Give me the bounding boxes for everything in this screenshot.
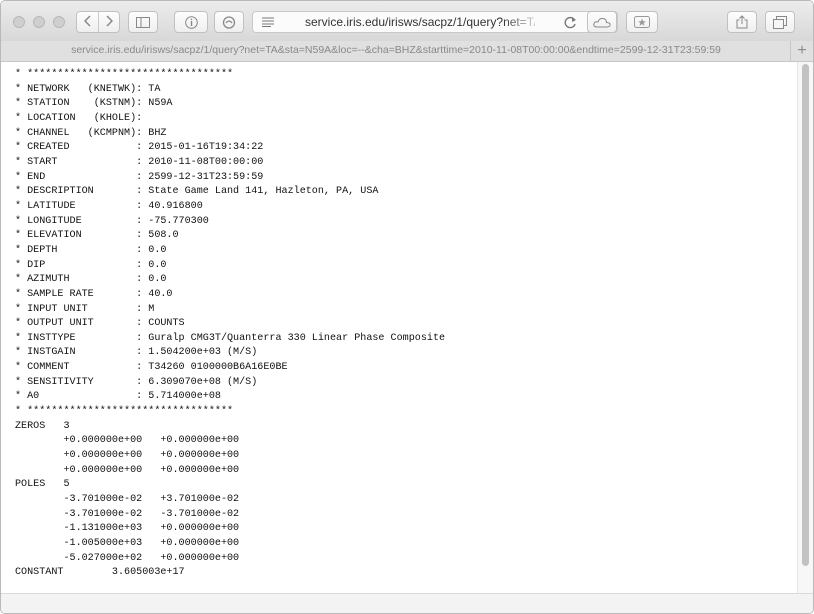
text-line: -3.701000e-02 -3.701000e-02 [15, 508, 240, 520]
icloud-button[interactable] [587, 11, 617, 33]
browser-toolbar: service.iris.edu/irisws/sacpz/1/query?ne… [1, 1, 813, 42]
text-line: * STATION (KSTNM): N59A [15, 98, 173, 110]
sacpz-text: * ********************************** * N… [1, 62, 797, 581]
status-bar [1, 593, 813, 613]
text-line: +0.000000e+00 +0.000000e+00 [15, 464, 240, 476]
text-line: * DIP : 0.0 [15, 259, 167, 271]
text-line: ZEROS 3 [15, 420, 70, 432]
text-line: * DESCRIPTION : State Game Land 141, Haz… [15, 186, 379, 198]
share-icon [736, 15, 748, 29]
new-tab-button[interactable]: + [790, 41, 813, 61]
zoom-window-button[interactable] [53, 16, 65, 28]
text-line: -5.027000e+02 +0.000000e+00 [15, 552, 240, 564]
vertical-scrollbar[interactable] [797, 62, 813, 593]
text-line: * LATITUDE : 40.916800 [15, 200, 203, 212]
minimize-window-button[interactable] [33, 16, 45, 28]
reader-icon[interactable] [262, 17, 274, 27]
back-forward-buttons [76, 11, 120, 33]
text-line: * CREATED : 2015-01-16T19:34:22 [15, 142, 264, 154]
info-button[interactable] [174, 11, 208, 33]
text-line: +0.000000e+00 +0.000000e+00 [15, 450, 240, 462]
text-line: * NETWORK (KNETWK): TA [15, 83, 161, 95]
text-line: * OUTPUT UNIT : COUNTS [15, 318, 185, 330]
text-line: * LOCATION (KHOLE): [15, 112, 143, 124]
text-line: * CHANNEL (KCMPNM): BHZ [15, 127, 167, 139]
bookmark-star-icon [634, 16, 650, 28]
text-line: * DEPTH : 0.0 [15, 244, 167, 256]
text-line: * END : 2599-12-31T23:59:59 [15, 171, 264, 183]
cloud-icon [593, 17, 611, 27]
forward-button[interactable] [98, 14, 119, 30]
reload-icon[interactable] [564, 16, 577, 29]
address-bar[interactable]: service.iris.edu/irisws/sacpz/1/query?ne… [252, 11, 618, 33]
cloud-tabs-icon [222, 15, 236, 29]
text-line: -1.005000e+03 +0.000000e+00 [15, 538, 240, 549]
text-line: * SENSITIVITY : 6.309070e+08 (M/S) [15, 376, 258, 388]
text-line: -1.131000e+03 +0.000000e+00 [15, 523, 240, 535]
text-line: * ********************************** [15, 69, 234, 80]
active-tab[interactable]: service.iris.edu/irisws/sacpz/1/query?ne… [1, 44, 791, 56]
share-button[interactable] [727, 11, 757, 33]
text-line: * INSTGAIN : 1.504200e+03 (M/S) [15, 347, 258, 359]
chevron-right-icon [105, 14, 113, 27]
browser-window: service.iris.edu/irisws/sacpz/1/query?ne… [0, 0, 814, 614]
bookmark-button[interactable] [626, 11, 658, 33]
text-line: CONSTANT 3.605003e+17 [15, 567, 185, 579]
info-icon [184, 15, 198, 29]
text-line: -3.701000e-02 +3.701000e-02 [15, 494, 240, 506]
back-button[interactable] [77, 14, 98, 30]
text-line: * COMMENT : T34260 0100000B6A16E0BE [15, 362, 288, 374]
text-line: * INPUT UNIT : M [15, 303, 155, 315]
tabs-overview-button[interactable] [765, 11, 795, 33]
text-line: * INSTTYPE : Guralp CMG3T/Quanterra 330 … [15, 332, 446, 344]
text-line: * AZIMUTH : 0.0 [15, 274, 167, 286]
tabs-overview-icon [773, 15, 787, 29]
text-line: * A0 : 5.714000e+08 [15, 391, 221, 403]
text-line: * ELEVATION : 508.0 [15, 230, 179, 242]
scrollbar-thumb[interactable] [802, 64, 809, 566]
page-content: * ********************************** * N… [1, 62, 797, 593]
text-line: * START : 2010-11-08T00:00:00 [15, 156, 264, 168]
tab-bar: service.iris.edu/irisws/sacpz/1/query?ne… [1, 41, 813, 62]
address-text: service.iris.edu/irisws/sacpz/1/query?ne… [305, 15, 535, 29]
close-window-button[interactable] [13, 16, 25, 28]
sidebar-icon [136, 16, 150, 28]
chevron-left-icon [83, 14, 91, 27]
sidebar-button[interactable] [128, 11, 158, 33]
text-line: * LONGITUDE : -75.770300 [15, 215, 209, 227]
cloud-tabs-button[interactable] [214, 11, 244, 33]
text-line: * ********************************** [15, 406, 234, 418]
text-line: +0.000000e+00 +0.000000e+00 [15, 435, 240, 447]
text-line: POLES 5 [15, 479, 70, 491]
text-line: * SAMPLE RATE : 40.0 [15, 288, 173, 300]
